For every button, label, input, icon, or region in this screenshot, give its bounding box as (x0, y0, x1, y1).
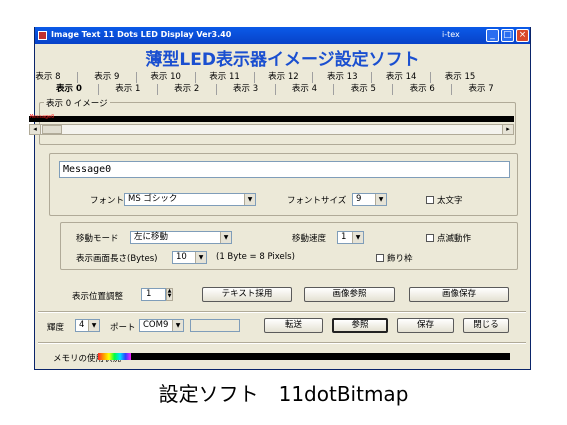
tab-top-1[interactable]: 表示 9 (76, 72, 136, 83)
title-bar[interactable]: Image Text 11 Dots LED Display Ver3.40 i… (35, 27, 530, 44)
position-value: 1 (146, 289, 152, 299)
port-select[interactable]: COM9 ▼ (139, 319, 184, 332)
brightness-label: 輝度 (47, 323, 65, 333)
motion-speed-label: 移動速度 (292, 234, 327, 244)
font-label: フォント (90, 196, 125, 206)
tab-top-5[interactable]: 表示 13 (312, 72, 371, 83)
close-button[interactable]: 閉じる (463, 318, 509, 333)
scroll-left-icon[interactable]: ◂ (30, 125, 41, 134)
tab-bottom-7[interactable]: 表示 7 (451, 84, 510, 95)
image-caption: 設定ソフト 11dotBitmap (158, 382, 409, 406)
position-input[interactable]: 1 (141, 288, 166, 301)
position-adjust-label: 表示位置調整 (72, 292, 124, 302)
company-name: i-tex (442, 30, 460, 39)
scroll-thumb[interactable] (42, 125, 62, 134)
chevron-down-icon: ▼ (172, 320, 183, 331)
display-length-select[interactable]: 10 ▼ (172, 251, 207, 264)
blink-checkbox[interactable]: 点滅動作 (426, 232, 471, 244)
port-label: ポート (110, 323, 136, 333)
chevron-down-icon: ▼ (220, 232, 231, 243)
save-button[interactable]: 保存 (397, 318, 454, 333)
tab-bottom-1[interactable]: 表示 1 (97, 84, 157, 95)
font-select[interactable]: MS ゴシック ▼ (124, 193, 256, 206)
memory-usage-fill (98, 353, 131, 360)
tab-bottom-2[interactable]: 表示 2 (156, 84, 216, 95)
display-length-label: 表示画面長さ(Bytes) (76, 254, 158, 264)
motion-mode-value: 左に移動 (134, 232, 169, 242)
motion-speed-select[interactable]: 1 ▼ (337, 231, 364, 244)
tab-row-bottom: 表示 0 表示 1 表示 2 表示 3 表示 4 表示 5 表示 6 表示 7 (40, 84, 510, 95)
app-heading: 薄型LED表示器イメージ設定ソフト (145, 50, 420, 70)
spinner-arrows-icon[interactable]: ▲ ▼ (166, 288, 173, 301)
port-value: COM9 (143, 320, 169, 330)
browse-image-button[interactable]: 画像参照 (304, 287, 395, 302)
checkbox-icon[interactable] (426, 234, 434, 242)
minimize-button[interactable]: _ (486, 29, 499, 42)
bold-checkbox[interactable]: 太文字 (426, 194, 463, 206)
chevron-down-icon: ▼ (352, 232, 363, 243)
app-icon (38, 31, 47, 40)
image-scrollbar[interactable]: ◂ ▸ (29, 124, 514, 135)
motion-mode-label: 移動モード (76, 234, 119, 244)
tab-bottom-3[interactable]: 表示 3 (215, 84, 275, 95)
separator (38, 342, 526, 344)
close-window-button[interactable]: × (516, 29, 529, 42)
tab-top-3[interactable]: 表示 11 (194, 72, 254, 83)
chevron-down-icon: ▼ (88, 320, 99, 331)
memory-usage-bar (98, 353, 510, 360)
maximize-button[interactable]: □ (501, 29, 514, 42)
font-size-value: 9 (356, 194, 362, 204)
byte-note: (1 Byte = 8 Pixels) (216, 252, 295, 262)
message-input[interactable]: Message0 (59, 161, 510, 178)
font-size-select[interactable]: 9 ▼ (352, 193, 387, 206)
motion-speed-value: 1 (341, 232, 347, 242)
tab-top-4[interactable]: 表示 12 (253, 72, 313, 83)
brightness-value: 4 (79, 320, 85, 330)
image-group-label: 表示 0 イメージ (44, 97, 110, 109)
bold-label: 太文字 (437, 196, 463, 206)
display-length-value: 10 (176, 252, 187, 262)
border-checkbox[interactable]: 飾り枠 (376, 252, 413, 264)
tab-top-2[interactable]: 表示 10 (135, 72, 195, 83)
border-label: 飾り枠 (387, 254, 413, 264)
font-select-value: MS ゴシック (128, 194, 178, 204)
tab-bottom-0[interactable]: 表示 0 (40, 84, 98, 95)
brightness-select[interactable]: 4 ▼ (75, 319, 100, 332)
window-title: Image Text 11 Dots LED Display Ver3.40 (51, 30, 232, 39)
separator (38, 311, 526, 313)
tab-top-0[interactable]: 表示 8 (19, 72, 77, 83)
checkbox-icon[interactable] (376, 254, 384, 262)
scroll-right-icon[interactable]: ▸ (502, 125, 513, 134)
motion-mode-select[interactable]: 左に移動 ▼ (130, 231, 232, 244)
status-field (190, 319, 240, 332)
save-image-button[interactable]: 画像保存 (409, 287, 509, 302)
led-preview-text: Message0 (30, 114, 55, 120)
led-preview: Message0 (29, 114, 514, 122)
chevron-down-icon: ▼ (244, 194, 255, 205)
tab-top-6[interactable]: 表示 14 (371, 72, 430, 83)
checkbox-icon[interactable] (426, 196, 434, 204)
chevron-down-icon: ▼ (375, 194, 386, 205)
browse-button[interactable]: 参照 (332, 318, 388, 333)
tab-bottom-6[interactable]: 表示 6 (392, 84, 451, 95)
chevron-down-icon: ▼ (195, 252, 206, 263)
tab-bottom-4[interactable]: 表示 4 (274, 84, 334, 95)
transfer-button[interactable]: 転送 (264, 318, 323, 333)
blink-label: 点滅動作 (437, 234, 472, 244)
adopt-text-button[interactable]: テキスト採用 (202, 287, 292, 302)
font-size-label: フォントサイズ (287, 196, 347, 206)
tab-row-top: 表示 8 表示 9 表示 10 表示 11 表示 12 表示 13 表示 14 表示 15 (19, 72, 489, 83)
tab-top-7[interactable]: 表示 15 (430, 72, 489, 83)
tab-bottom-5[interactable]: 表示 5 (333, 84, 392, 95)
